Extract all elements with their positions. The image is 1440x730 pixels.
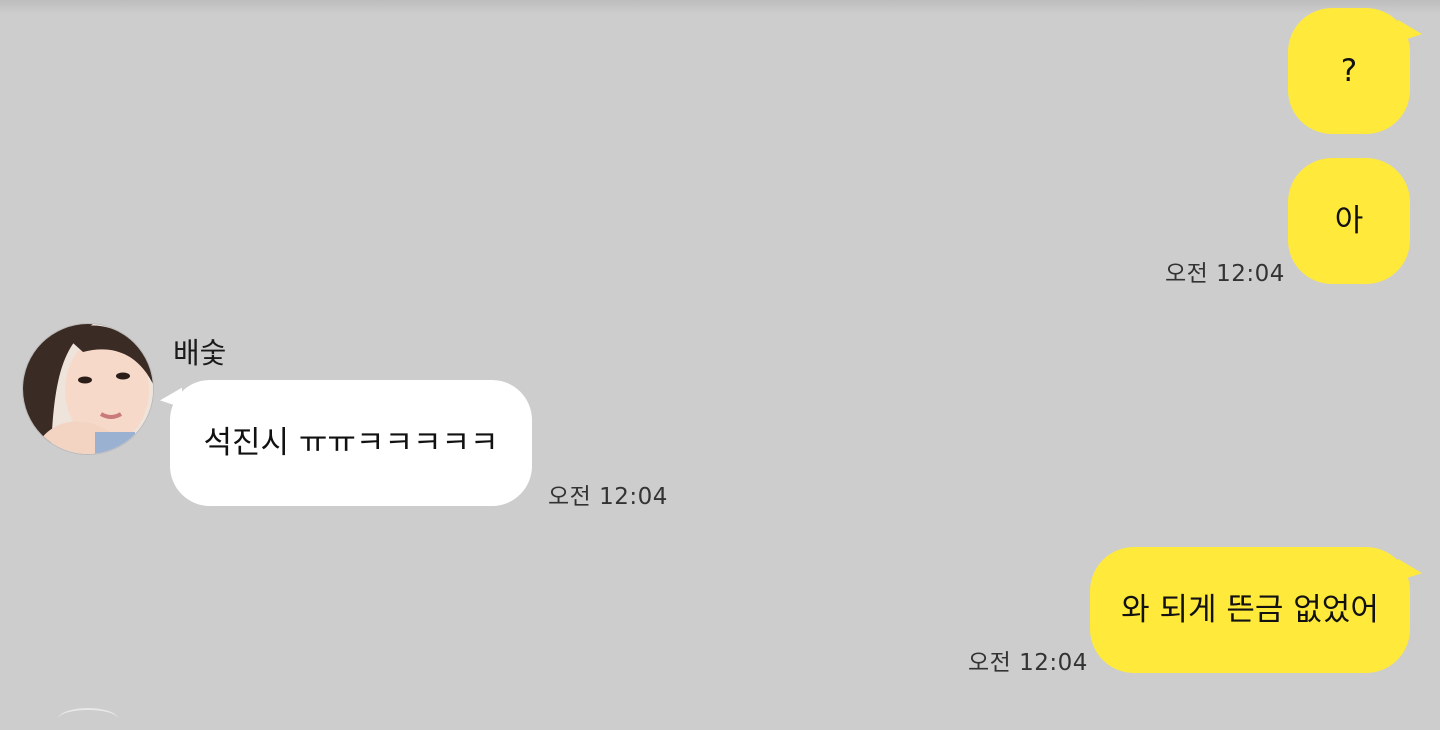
message-text: 와 되게 뜬금 없었어: [1121, 591, 1379, 628]
message-timestamp: 오전 12:04: [968, 650, 1088, 676]
message-text: 석진시 ㅠㅠㅋㅋㅋㅋㅋ: [203, 424, 499, 461]
my-message-bubble[interactable]: 와 되게 뜬금 없었어: [1090, 547, 1410, 673]
profile-avatar[interactable]: [22, 323, 154, 455]
my-message-bubble[interactable]: ?: [1288, 8, 1410, 134]
message-text: ?: [1340, 52, 1358, 89]
avatar-photo-icon: [23, 324, 153, 454]
bubble-tail: [1398, 551, 1422, 581]
their-message-bubble[interactable]: 석진시 ㅠㅠㅋㅋㅋㅋㅋ: [170, 380, 532, 506]
next-profile-avatar: [58, 708, 118, 730]
sender-name: 배숯: [173, 336, 227, 370]
top-shadow: [0, 0, 1440, 14]
message-timestamp: 오전 12:04: [548, 484, 668, 510]
message-text: 아: [1334, 202, 1364, 239]
bubble-tail: [1398, 12, 1422, 42]
message-timestamp: 오전 12:04: [1165, 261, 1285, 287]
my-message-bubble[interactable]: 아: [1288, 158, 1410, 284]
bubble-tail: [160, 380, 182, 408]
